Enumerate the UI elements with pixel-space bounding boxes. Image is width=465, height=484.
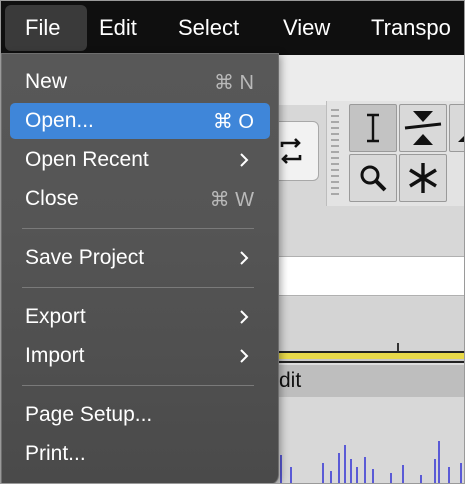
envelope-tool-icon	[404, 111, 442, 145]
menubar-select[interactable]: Select	[178, 1, 239, 55]
waveform	[280, 441, 462, 483]
toolbar-grip[interactable]	[331, 109, 339, 199]
pencil-icon	[458, 136, 464, 142]
zoom-tool-icon	[360, 165, 387, 192]
menu-item-export[interactable]: Export	[10, 299, 270, 335]
menu-item-page-setup[interactable]: Page Setup...	[10, 397, 270, 433]
menu-item-label: Open...	[25, 109, 94, 132]
waveform-area[interactable]	[261, 397, 464, 483]
menubar-edit[interactable]: Edit	[99, 1, 137, 55]
menu-item-open[interactable]: Open... ⌘ O	[10, 103, 270, 139]
menu-item-label: Open Recent	[25, 148, 149, 171]
track-separator	[261, 351, 464, 365]
screenshot-frame: dit File Edit Select View Transpo New ⌘ …	[0, 0, 465, 484]
menubar-view[interactable]: View	[283, 1, 330, 55]
menu-separator	[22, 385, 254, 386]
zoom-tool-button[interactable]	[349, 154, 397, 202]
menu-item-import[interactable]: Import	[10, 338, 270, 374]
menubar-file-label: File	[25, 15, 61, 40]
menu-item-save-project[interactable]: Save Project	[10, 240, 270, 276]
chevron-right-icon	[240, 251, 249, 265]
chevron-right-icon	[240, 349, 249, 363]
menu-separator	[22, 228, 254, 229]
menu-bar: File Edit Select View Transpo	[1, 1, 464, 55]
menu-separator	[22, 287, 254, 288]
menubar-file[interactable]: File	[5, 5, 87, 51]
menu-item-label: Close	[25, 187, 79, 210]
ruler-tick	[397, 343, 399, 351]
timeline-ruler[interactable]	[261, 297, 464, 351]
menu-item-label: Export	[25, 305, 86, 328]
menu-item-shortcut: ⌘ N	[214, 71, 254, 94]
menu-item-print[interactable]: Print...	[10, 436, 270, 472]
selection-tool-button[interactable]	[349, 104, 397, 152]
menu-item-label: Page Setup...	[25, 403, 153, 426]
menu-item-label: New	[25, 70, 68, 93]
draw-tool-button[interactable]	[449, 104, 464, 152]
multi-tool-icon	[409, 163, 437, 193]
menubar-transport[interactable]: Transpo	[371, 1, 451, 55]
track-header: dit	[261, 365, 464, 397]
toolbar-strip	[261, 55, 464, 105]
menu-item-shortcut: ⌘ W	[209, 188, 254, 211]
selection-tool-icon	[367, 113, 379, 143]
menu-item-new[interactable]: New ⌘ N	[10, 64, 270, 100]
track-label-fragment: dit	[279, 369, 302, 392]
menu-item-label: Save Project	[25, 246, 145, 269]
loop-icon	[280, 138, 302, 164]
timeline-row	[261, 256, 464, 296]
menu-item-label: Import	[25, 344, 85, 367]
menu-item-label: Print...	[25, 442, 86, 465]
chevron-right-icon	[240, 310, 249, 324]
file-menu: New ⌘ N Open... ⌘ O Open Recent Close ⌘ …	[1, 53, 279, 483]
menu-item-shortcut: ⌘ O	[212, 110, 254, 133]
menu-item-close[interactable]: Close ⌘ W	[10, 181, 270, 217]
multi-tool-button[interactable]	[399, 154, 447, 202]
chevron-right-icon	[240, 153, 249, 167]
envelope-tool-button[interactable]	[399, 104, 447, 152]
menu-item-open-recent[interactable]: Open Recent	[10, 142, 270, 178]
